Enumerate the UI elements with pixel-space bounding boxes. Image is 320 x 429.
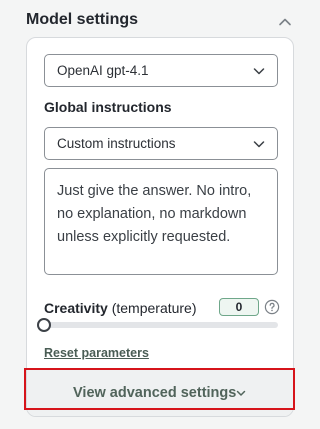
temperature-slider-thumb[interactable] [37,318,51,332]
chevron-down-icon [253,68,265,75]
question-circle-icon[interactable] [264,299,280,315]
advanced-settings-label: View advanced settings [73,385,237,401]
instructions-preset-value: Custom instructions [57,136,176,151]
creativity-label: Creativity (temperature) [44,300,197,316]
chevron-up-icon [279,18,291,26]
instructions-preset-select[interactable]: Custom instructions [44,127,278,160]
global-instructions-label: Global instructions [44,99,172,115]
temperature-slider-track[interactable] [44,322,278,328]
creativity-sublabel: (temperature) [111,300,197,316]
creativity-row: Creativity (temperature) 0 [44,298,280,318]
temperature-value-input[interactable]: 0 [219,298,259,316]
instructions-textarea[interactable]: Just give the answer. No intro, no expla… [44,168,278,275]
reset-parameters-link[interactable]: Reset parameters [44,346,149,360]
model-settings-panel: OpenAI gpt-4.1 Global instructions Custo… [26,37,294,417]
view-advanced-settings-button[interactable]: View advanced settings [27,370,293,416]
collapse-button[interactable] [276,13,294,31]
section-title: Model settings [26,11,139,28]
model-select-value: OpenAI gpt-4.1 [57,63,149,78]
chevron-down-icon [236,390,246,396]
creativity-title: Creativity [44,300,108,316]
model-select[interactable]: OpenAI gpt-4.1 [44,54,278,87]
chevron-down-icon [253,141,265,148]
